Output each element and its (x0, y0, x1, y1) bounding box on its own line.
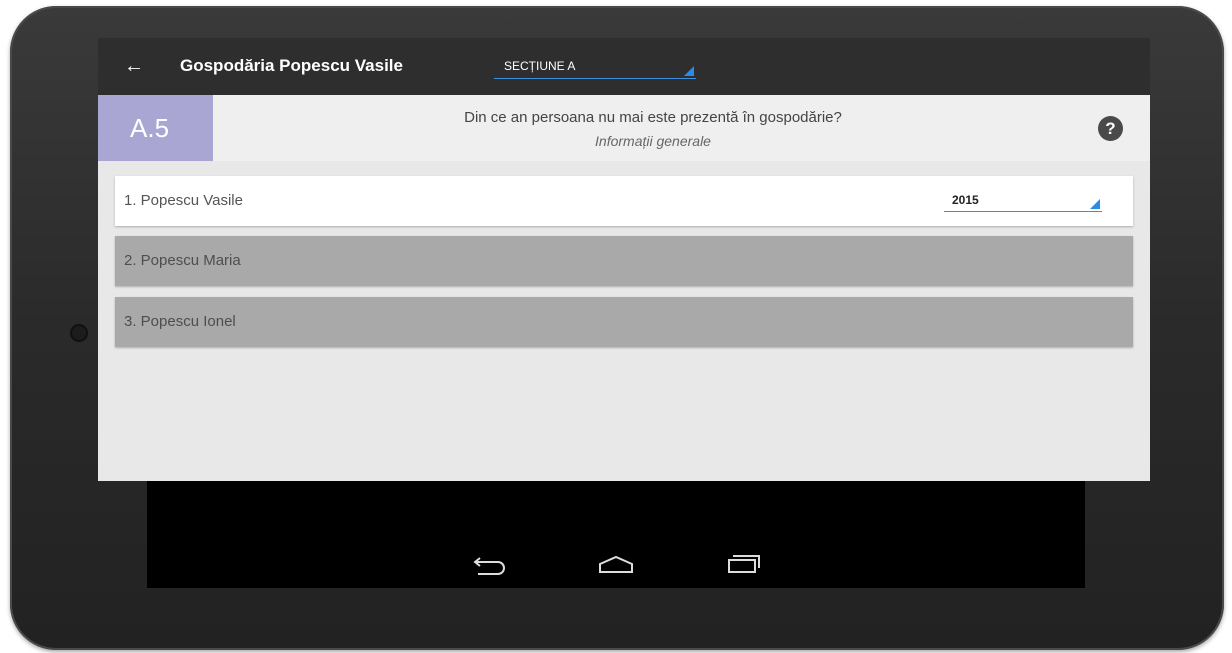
question-text: Din ce an persoana nu mai este prezentă … (464, 109, 842, 126)
help-icon[interactable]: ? (1098, 116, 1123, 141)
app-title: Gospodăria Popescu Vasile (180, 56, 403, 75)
app-window: ← Gospodăria Popescu Vasile SECȚIUNE A A… (98, 38, 1150, 481)
person-row[interactable]: 3. Popescu Ionel (115, 297, 1133, 347)
back-arrow-icon[interactable]: ← (120, 52, 148, 80)
section-dropdown-value: SECȚIUNE A (504, 59, 576, 73)
question-code: A.5 (98, 95, 213, 161)
section-dropdown[interactable]: SECȚIUNE A (494, 58, 696, 79)
recent-apps-icon[interactable] (725, 552, 763, 581)
person-name: 1. Popescu Vasile (124, 192, 243, 209)
dropdown-triangle-icon (684, 66, 694, 76)
top-app-bar: ← Gospodăria Popescu Vasile SECȚIUNE A (98, 38, 1150, 95)
dropdown-triangle-icon (1090, 199, 1100, 209)
person-row[interactable]: 1. Popescu Vasile 2015 (115, 176, 1133, 226)
year-dropdown-value: 2015 (952, 193, 979, 207)
home-nav-icon[interactable] (597, 552, 635, 581)
year-dropdown[interactable]: 2015 (944, 191, 1102, 212)
person-row[interactable]: 2. Popescu Maria (115, 236, 1133, 286)
android-nav-bar (147, 540, 1085, 588)
person-name: 2. Popescu Maria (124, 252, 241, 269)
question-header: A.5 Din ce an persoana nu mai este preze… (98, 95, 1150, 161)
question-subtitle: Informații generale (595, 133, 711, 149)
back-nav-icon[interactable] (472, 552, 510, 581)
person-name: 3. Popescu Ionel (124, 313, 236, 330)
front-camera (70, 324, 88, 342)
